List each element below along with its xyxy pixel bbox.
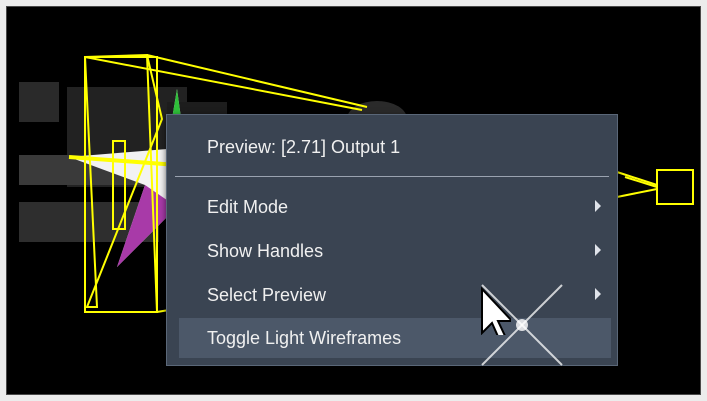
chevron-right-icon bbox=[595, 288, 601, 300]
menu-item-label: Edit Mode bbox=[207, 197, 289, 217]
ghost-bar bbox=[19, 82, 59, 122]
menu-item-edit-mode[interactable]: Edit Mode bbox=[179, 187, 611, 227]
chevron-right-icon bbox=[595, 200, 601, 212]
mouse-pointer-icon bbox=[481, 286, 511, 335]
menu-title: Preview: [2.71] Output 1 bbox=[207, 137, 401, 157]
menu-separator bbox=[175, 176, 609, 177]
menu-item-label: Select Preview bbox=[207, 285, 327, 305]
menu-item-label: Show Handles bbox=[207, 241, 324, 261]
menu-item-label: Toggle Light Wireframes bbox=[207, 328, 402, 348]
menu-item-show-handles[interactable]: Show Handles bbox=[179, 231, 611, 271]
preview-viewport[interactable]: Preview: [2.71] Output 1 Edit Mode Show … bbox=[6, 6, 701, 395]
chevron-right-icon bbox=[595, 244, 601, 256]
